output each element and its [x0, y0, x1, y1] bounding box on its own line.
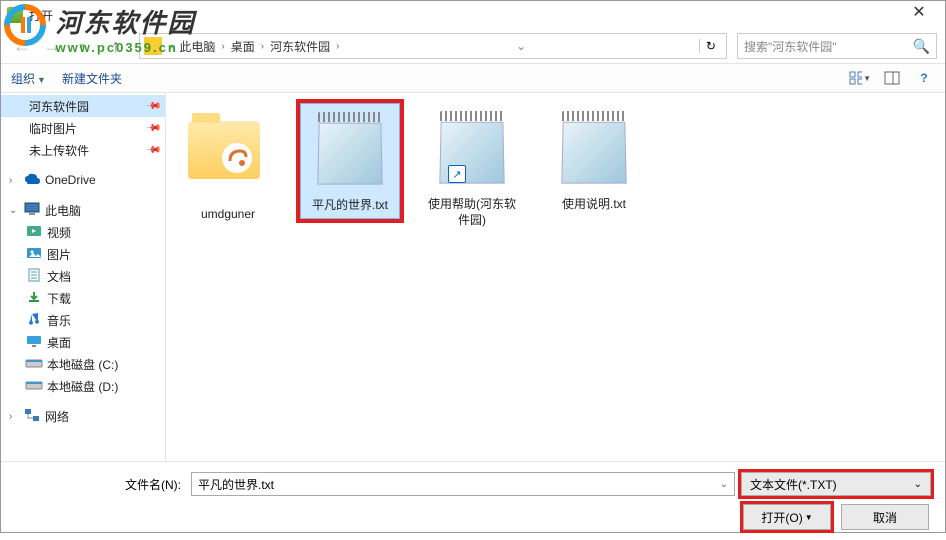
view-mode-button[interactable]: ▼	[849, 67, 871, 89]
up-button[interactable]: ↑	[103, 33, 129, 59]
sidebar-item-label: 河东软件园	[29, 98, 89, 115]
chevron-right-icon: ›	[336, 41, 339, 52]
titlebar: 打开 ✕	[1, 1, 945, 29]
file-label: 平凡的世界.txt	[303, 198, 397, 214]
onedrive-icon	[23, 172, 41, 189]
chevron-icon[interactable]: ›	[9, 175, 19, 186]
sidebar-item-label: 音乐	[47, 312, 71, 329]
network-icon	[23, 408, 41, 425]
sidebar-item-network[interactable]: › 网络	[1, 405, 165, 427]
downloads-icon	[25, 290, 43, 307]
preview-pane-button[interactable]	[881, 67, 903, 89]
pc-icon	[23, 202, 41, 219]
sidebar-item-label: 桌面	[47, 334, 71, 351]
sidebar-item-desktop[interactable]: 桌面	[1, 331, 165, 353]
breadcrumb-item[interactable]: 此电脑	[177, 36, 217, 57]
back-button[interactable]: ←	[9, 33, 35, 59]
breadcrumb-dropdown[interactable]: ⌄	[512, 39, 530, 53]
toolbar: 组织▼ 新建文件夹 ▼ ?	[1, 63, 945, 93]
sidebar-item-music[interactable]: 音乐	[1, 309, 165, 331]
file-item[interactable]: umdguner	[178, 103, 278, 227]
sidebar-item-label: 文档	[47, 268, 71, 285]
chevron-down-icon[interactable]: ⌄	[720, 479, 728, 490]
sidebar-item-pictures[interactable]: 图片	[1, 243, 165, 265]
file-type-filter[interactable]: 文本文件(*.TXT) ⌄	[741, 472, 931, 496]
bottom-panel: 文件名(N): 平凡的世界.txt ⌄ 文本文件(*.TXT) ⌄ 打开(O)▼…	[1, 461, 945, 540]
file-label: 使用说明.txt	[546, 197, 642, 213]
cancel-button[interactable]: 取消	[841, 504, 929, 530]
file-label: umdguner	[180, 207, 276, 223]
videos-icon	[25, 224, 43, 241]
music-icon	[25, 312, 43, 329]
window-title: 打开	[29, 7, 899, 24]
sidebar-item-label: OneDrive	[45, 173, 96, 187]
search-icon[interactable]: 🔍	[913, 38, 930, 55]
file-item[interactable]: ↗ 使用帮助(河东软件园)	[422, 103, 522, 232]
sidebar-item-label: 下载	[47, 290, 71, 307]
sidebar-item-videos[interactable]: 视频	[1, 221, 165, 243]
file-label: 使用帮助(河东软件园)	[424, 197, 520, 228]
drive-icon	[25, 379, 43, 394]
sidebar-item-documents[interactable]: 文档	[1, 265, 165, 287]
pin-icon: 📌	[144, 120, 161, 137]
folder-icon	[144, 37, 162, 55]
drive-icon	[25, 357, 43, 372]
breadcrumb-item[interactable]: 桌面	[229, 36, 257, 57]
sidebar-item-drive[interactable]: 本地磁盘 (C:)	[1, 353, 165, 375]
filename-input[interactable]: 平凡的世界.txt ⌄	[191, 472, 735, 496]
file-list[interactable]: umdguner 平凡的世界.txt ↗ 使用帮助(河东软件园) 使用说明.txt	[166, 93, 945, 461]
new-folder-button[interactable]: 新建文件夹	[62, 70, 122, 87]
open-button[interactable]: 打开(O)▼	[743, 504, 831, 530]
chevron-right-icon: ›	[170, 41, 173, 52]
breadcrumb[interactable]: › 此电脑 › 桌面 › 河东软件园 › ⌄ ↻	[139, 33, 727, 59]
chevron-icon[interactable]: ⌄	[9, 205, 19, 216]
sidebar-item-folder[interactable]: 河东软件园 📌	[1, 95, 165, 117]
file-item[interactable]: 使用说明.txt	[544, 103, 644, 217]
shortcut-icon: ↗	[448, 165, 466, 183]
forward-button[interactable]: →	[39, 33, 65, 59]
desktop-icon	[25, 334, 43, 351]
search-placeholder: 搜索"河东软件园"	[744, 38, 913, 55]
breadcrumb-item[interactable]: 河东软件园	[268, 36, 332, 57]
sidebar-item-label: 此电脑	[45, 202, 81, 219]
chevron-right-icon: ›	[261, 41, 264, 52]
organize-menu[interactable]: 组织▼	[11, 70, 46, 87]
sidebar-item-label: 网络	[45, 408, 69, 425]
sidebar-item-onedrive[interactable]: › OneDrive	[1, 169, 165, 191]
main-area: 河东软件园 📌 临时图片 📌 未上传软件 📌 › OneDrive ⌄ 此电脑视频图片文档下载音乐…	[1, 93, 945, 461]
help-button[interactable]: ?	[913, 67, 935, 89]
sidebar-item-downloads[interactable]: 下载	[1, 287, 165, 309]
pin-icon: 📌	[144, 98, 161, 115]
app-icon	[7, 7, 23, 23]
chevron-down-icon[interactable]: ⌄	[914, 479, 922, 490]
file-item[interactable]: 平凡的世界.txt	[300, 103, 400, 219]
pin-icon: 📌	[144, 142, 161, 159]
sidebar-item-label: 本地磁盘 (D:)	[47, 378, 118, 395]
sidebar-item-pc[interactable]: ⌄ 此电脑	[1, 199, 165, 221]
sidebar-item-folder[interactable]: 未上传软件 📌	[1, 139, 165, 161]
sidebar-item-drive[interactable]: 本地磁盘 (D:)	[1, 375, 165, 397]
filename-label: 文件名(N):	[15, 476, 185, 493]
sidebar-item-label: 未上传软件	[29, 142, 89, 159]
close-button[interactable]: ✕	[899, 3, 939, 27]
refresh-button[interactable]: ↻	[699, 39, 722, 53]
documents-icon	[25, 268, 43, 285]
sidebar-item-label: 临时图片	[29, 120, 77, 137]
chevron-icon[interactable]: ›	[9, 411, 19, 422]
sidebar-item-label: 图片	[47, 246, 71, 263]
chevron-right-icon: ›	[221, 41, 224, 52]
sidebar-item-label: 本地磁盘 (C:)	[47, 356, 118, 373]
sidebar-item-label: 视频	[47, 224, 71, 241]
search-input[interactable]: 搜索"河东软件园" 🔍	[737, 33, 937, 59]
sidebar-item-folder[interactable]: 临时图片 📌	[1, 117, 165, 139]
sidebar: 河东软件园 📌 临时图片 📌 未上传软件 📌 › OneDrive ⌄ 此电脑视频图片文档下载音乐…	[1, 93, 166, 461]
pictures-icon	[25, 246, 43, 263]
nav-row: ← → ▾ ↑ › 此电脑 › 桌面 › 河东软件园 › ⌄ ↻ 搜索"河东软件…	[1, 29, 945, 63]
recent-dropdown[interactable]: ▾	[69, 33, 95, 59]
